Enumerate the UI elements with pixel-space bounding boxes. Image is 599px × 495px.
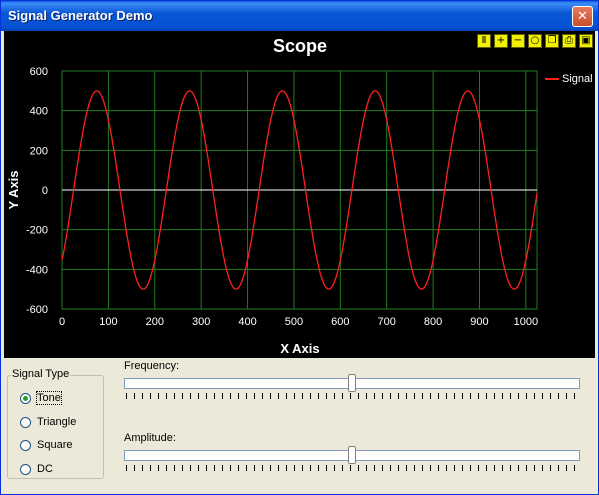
- radio-tone[interactable]: Tone: [20, 391, 62, 406]
- x-tick-label: 200: [146, 316, 164, 328]
- radio-tone-label[interactable]: Tone: [36, 391, 62, 406]
- x-axis-label: X Axis: [280, 341, 319, 356]
- x-tick-label: 100: [99, 316, 117, 328]
- y-tick-label: 0: [42, 185, 48, 197]
- zoom-reset-icon[interactable]: ○: [528, 34, 542, 48]
- app-window: Signal Generator Demo ✕ 0 100 200 300 400 500…: [0, 0, 599, 495]
- chart-legend: Signal: [545, 73, 593, 85]
- y-tick-label: 200: [30, 145, 48, 157]
- title-bar[interactable]: Signal Generator Demo ✕: [1, 1, 598, 31]
- pause-icon[interactable]: Ⅱ: [477, 34, 491, 48]
- legend-label: Signal: [562, 73, 593, 85]
- y-tick-label: 600: [30, 66, 48, 78]
- x-tick-label: 600: [331, 316, 349, 328]
- chart-title: Scope: [273, 36, 327, 56]
- x-tick-label: 1000: [514, 316, 538, 328]
- close-button[interactable]: ✕: [572, 6, 593, 27]
- scope-chart: 0 100 200 300 400 500 600 700 800 900 1000 600 400 20…: [6, 36, 538, 356]
- radio-triangle-button[interactable]: [20, 416, 31, 428]
- save-icon[interactable]: ▣: [579, 34, 593, 48]
- x-tick-label: 300: [192, 316, 210, 328]
- radio-square-label[interactable]: Square: [37, 439, 72, 451]
- radio-dc-button[interactable]: [20, 463, 31, 475]
- radio-square[interactable]: Square: [20, 439, 72, 451]
- scope-panel: 0 100 200 300 400 500 600 700 800 900 1000 600 400 20…: [4, 31, 595, 358]
- x-tick-label: 800: [424, 316, 442, 328]
- radio-dc-label[interactable]: DC: [37, 463, 53, 475]
- radio-triangle-label[interactable]: Triangle: [37, 416, 76, 428]
- y-axis-label: Y Axis: [6, 170, 21, 209]
- frequency-slider-ticks: [126, 393, 580, 399]
- y-tick-label: -200: [26, 225, 48, 237]
- zoom-in-icon[interactable]: +: [494, 34, 508, 48]
- frequency-slider[interactable]: [124, 374, 580, 392]
- copy-icon[interactable]: ❐: [545, 34, 559, 48]
- amplitude-slider-thumb[interactable]: [348, 446, 356, 464]
- y-tick-label: -600: [26, 304, 48, 316]
- amplitude-slider[interactable]: [124, 446, 580, 464]
- x-tick-label: 900: [470, 316, 488, 328]
- radio-square-button[interactable]: [20, 439, 31, 451]
- print-icon[interactable]: ⎙: [562, 34, 576, 48]
- zoom-out-icon[interactable]: −: [511, 34, 525, 48]
- amplitude-slider-ticks: [126, 465, 580, 471]
- x-tick-label: 700: [378, 316, 396, 328]
- frequency-label: Frequency:: [124, 360, 180, 372]
- x-tick-label: 500: [285, 316, 303, 328]
- legend-swatch: [545, 78, 559, 81]
- signal-type-label: Signal Type: [11, 368, 71, 380]
- y-tick-label: -400: [26, 264, 48, 276]
- radio-dc[interactable]: DC: [20, 463, 53, 475]
- frequency-slider-thumb[interactable]: [348, 374, 356, 392]
- y-tick-label: 400: [30, 106, 48, 118]
- controls-panel: Signal Type Tone Triangle Square DC Freq…: [4, 359, 595, 491]
- radio-triangle[interactable]: Triangle: [20, 416, 76, 428]
- x-tick-label: 0: [59, 316, 65, 328]
- amplitude-label: Amplitude:: [124, 432, 176, 444]
- window-title: Signal Generator Demo: [8, 8, 153, 23]
- radio-tone-button[interactable]: [20, 392, 31, 404]
- x-tick-label: 400: [238, 316, 256, 328]
